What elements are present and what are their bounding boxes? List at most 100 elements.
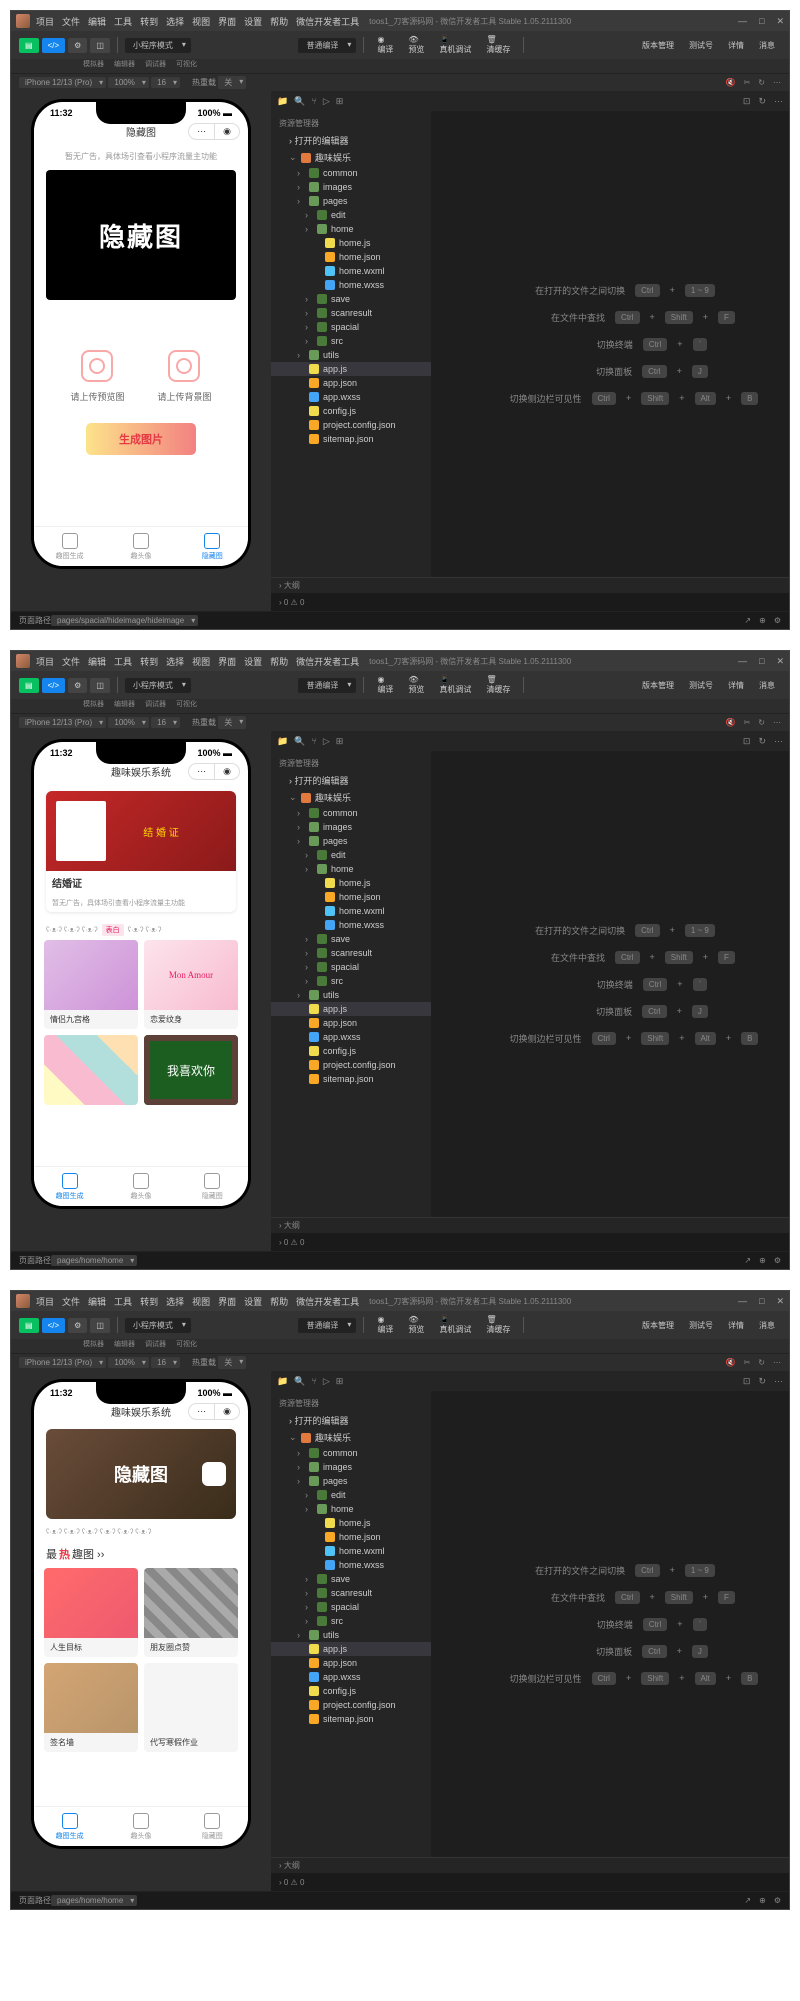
tree-item[interactable]: config.js <box>271 1044 431 1058</box>
toolbar-action[interactable]: 详情 <box>722 677 750 694</box>
editor-toggle[interactable]: </> <box>42 678 66 693</box>
tree-item[interactable]: home.wxml <box>271 904 431 918</box>
tree-item[interactable]: ›spacial <box>271 320 431 334</box>
zoom-dropdown[interactable]: 100% <box>108 77 148 88</box>
page-path-dropdown[interactable]: pages/home/home <box>51 1255 137 1266</box>
toolbar-action[interactable]: 测试号 <box>683 37 719 54</box>
explorer-icon[interactable]: 📁 <box>277 736 288 747</box>
tree-item[interactable]: ›save <box>271 932 431 946</box>
rotate-icon[interactable]: ↻ <box>758 1358 765 1367</box>
preview-button[interactable]: 👁预览 <box>402 1312 430 1338</box>
preview-button[interactable]: 👁预览 <box>402 32 430 58</box>
clear-cache-button[interactable]: 🗑清缓存 <box>480 32 516 58</box>
menu-item[interactable]: 文件 <box>62 1295 80 1308</box>
tree-item[interactable]: ›utils <box>271 1628 431 1642</box>
search-icon[interactable]: 🔍 <box>294 1376 305 1387</box>
maximize-button[interactable]: □ <box>759 656 764 667</box>
ext-icon[interactable]: ⊞ <box>336 1376 344 1387</box>
remote-debug-button[interactable]: 📱真机调试 <box>433 672 477 698</box>
menu-item[interactable]: 工具 <box>114 15 132 28</box>
menu-item[interactable]: 转到 <box>140 15 158 28</box>
hero-banner[interactable]: 隐藏图 <box>46 1429 236 1519</box>
menu-item[interactable]: 帮助 <box>270 15 288 28</box>
compile-button[interactable]: ◉编译 <box>371 32 399 58</box>
preview-image[interactable]: 隐藏图 <box>46 170 236 300</box>
menu-item[interactable]: 帮助 <box>270 655 288 668</box>
explorer-icon[interactable]: 📁 <box>277 96 288 107</box>
tree-item[interactable]: ›src <box>271 974 431 988</box>
toolbar-action[interactable]: 详情 <box>722 37 750 54</box>
tree-item[interactable]: home.js <box>271 1516 431 1530</box>
toolbar-action[interactable]: 测试号 <box>683 677 719 694</box>
tree-item[interactable]: ›save <box>271 292 431 306</box>
clear-cache-button[interactable]: 🗑清缓存 <box>480 672 516 698</box>
tree-item[interactable]: ›home <box>271 1502 431 1516</box>
menu-item[interactable]: 项目 <box>36 1295 54 1308</box>
explorer-icon[interactable]: 📁 <box>277 1376 288 1387</box>
close-button[interactable]: ✕ <box>776 656 784 667</box>
tree-item[interactable]: ›src <box>271 1614 431 1628</box>
menu-item[interactable]: 视图 <box>192 15 210 28</box>
tree-item[interactable]: ›edit <box>271 848 431 862</box>
git-icon[interactable]: ⑂ <box>311 1376 316 1386</box>
tree-item[interactable]: ›pages <box>271 1474 431 1488</box>
tree-item[interactable]: ›images <box>271 820 431 834</box>
minimize-button[interactable]: — <box>738 16 747 27</box>
tree-item[interactable]: config.js <box>271 1684 431 1698</box>
cut-icon[interactable]: ✂ <box>744 1358 751 1367</box>
compile-dropdown[interactable]: 普通编译 <box>298 678 356 693</box>
tree-item[interactable]: ›images <box>271 180 431 194</box>
menu-item[interactable]: 工具 <box>114 655 132 668</box>
rotate-icon[interactable]: ↻ <box>758 718 765 727</box>
tree-item[interactable]: home.wxml <box>271 264 431 278</box>
font-dropdown[interactable]: 16 <box>151 77 180 88</box>
tree-root[interactable]: ⌄趣味娱乐 <box>271 789 431 806</box>
compile-dropdown[interactable]: 普通编译 <box>298 38 356 53</box>
rotate-icon[interactable]: ↻ <box>758 78 765 87</box>
tree-root[interactable]: ⌄趣味娱乐 <box>271 149 431 166</box>
device-dropdown[interactable]: iPhone 12/13 (Pro) <box>19 77 106 88</box>
tree-item[interactable]: ›save <box>271 1572 431 1586</box>
mute-icon[interactable]: 🔇 <box>726 718 736 727</box>
app-card[interactable] <box>44 1035 138 1105</box>
outline-panel[interactable]: › 大纲 <box>271 1857 789 1873</box>
tree-item[interactable]: ›spacial <box>271 960 431 974</box>
cut-icon[interactable]: ✂ <box>744 718 751 727</box>
app-card[interactable]: Mon Amour恋爱纹身 <box>144 940 238 1029</box>
tree-item[interactable]: home.wxss <box>271 278 431 292</box>
menu-item[interactable]: 微信开发者工具 <box>296 15 359 28</box>
minimize-button[interactable]: — <box>738 656 747 667</box>
editor-toggle[interactable]: </> <box>42 38 66 53</box>
simulator-toggle[interactable]: ▤ <box>19 1318 39 1333</box>
tree-item[interactable]: home.wxss <box>271 918 431 932</box>
tree-item[interactable]: ›common <box>271 1446 431 1460</box>
tree-item[interactable]: home.json <box>271 1530 431 1544</box>
toolbar-action[interactable]: 版本管理 <box>636 1317 680 1334</box>
tree-item[interactable]: ›pages <box>271 834 431 848</box>
menu-item[interactable]: 转到 <box>140 655 158 668</box>
menu-item[interactable]: 帮助 <box>270 1295 288 1308</box>
editor-toggle[interactable]: </> <box>42 1318 66 1333</box>
visual-toggle[interactable]: ◫ <box>90 678 110 693</box>
menu-item[interactable]: 转到 <box>140 1295 158 1308</box>
debugger-toggle[interactable]: ⚙ <box>68 678 87 693</box>
page-path-dropdown[interactable]: pages/home/home <box>51 1895 137 1906</box>
app-card[interactable]: 我喜欢你 <box>144 1035 238 1105</box>
remote-debug-button[interactable]: 📱真机调试 <box>433 1312 477 1338</box>
menu-item[interactable]: 设置 <box>244 15 262 28</box>
debug-icon[interactable]: ▷ <box>323 736 330 747</box>
ext-icon[interactable]: ⊞ <box>336 736 344 747</box>
debug-icon[interactable]: ▷ <box>323 1376 330 1387</box>
outline-panel[interactable]: › 大纲 <box>271 1217 789 1233</box>
generate-button[interactable]: 生成图片 <box>86 423 196 455</box>
tree-item[interactable]: project.config.json <box>271 1698 431 1712</box>
avatar[interactable] <box>16 14 30 28</box>
tree-item[interactable]: app.json <box>271 1016 431 1030</box>
tree-item[interactable]: home.js <box>271 236 431 250</box>
menu-item[interactable]: 项目 <box>36 15 54 28</box>
more-icon[interactable]: ⋯ <box>773 1358 781 1367</box>
debugger-toggle[interactable]: ⚙ <box>68 1318 87 1333</box>
open-editors[interactable]: › 打开的编辑器 <box>271 772 431 789</box>
toolbar-action[interactable]: 版本管理 <box>636 37 680 54</box>
tree-item[interactable]: app.json <box>271 376 431 390</box>
